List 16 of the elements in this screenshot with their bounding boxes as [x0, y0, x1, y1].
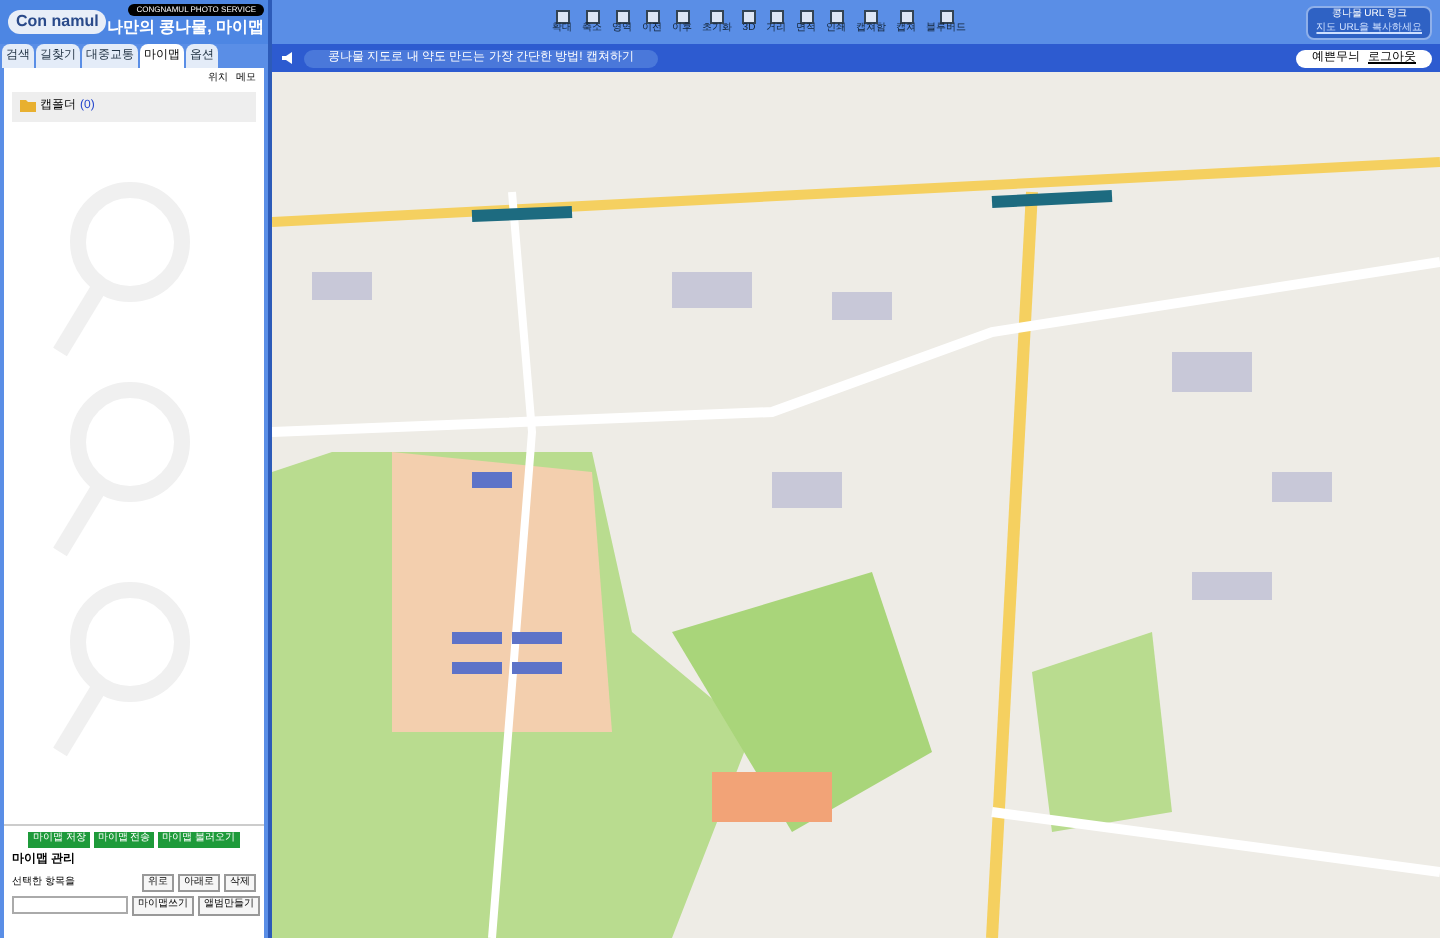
tool-icon [899, 10, 913, 24]
tool-icon [675, 10, 689, 24]
tool-icon [864, 10, 878, 24]
app-title: 나만의 콩나물, 마이맵 [106, 16, 265, 40]
speaker-icon[interactable] [280, 50, 296, 66]
tool-icon [799, 10, 813, 24]
folder-icon [20, 100, 36, 112]
tool-icon [615, 10, 629, 24]
tool-icon [939, 10, 953, 24]
tool-icon [710, 10, 724, 24]
logo: Con namul [8, 10, 107, 34]
text-input[interactable] [12, 896, 128, 915]
tool-icon [555, 10, 569, 24]
tool-icon [829, 10, 843, 24]
tool-icon [585, 10, 599, 24]
tool-icon [645, 10, 659, 24]
